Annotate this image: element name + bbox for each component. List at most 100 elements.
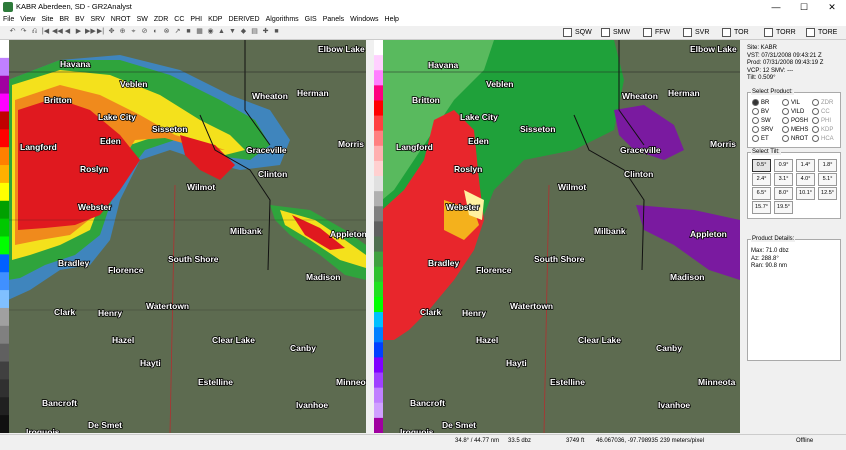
toolbar-tool-icon[interactable]: ✥ — [107, 27, 116, 37]
menu-cc[interactable]: CC — [171, 14, 187, 26]
product-radio-vil[interactable]: VIL — [782, 99, 800, 106]
tilt-button[interactable]: 15.7° — [752, 201, 771, 214]
toolbar-tool-icon[interactable]: ▦ — [195, 27, 204, 37]
checkbox-icon[interactable] — [683, 28, 692, 37]
radio-icon[interactable] — [782, 135, 789, 142]
toolbar-tool-icon[interactable]: ▶| — [96, 27, 105, 37]
radio-icon[interactable] — [812, 135, 819, 142]
tilt-button[interactable]: 6.5° — [752, 187, 771, 200]
tilt-button[interactable]: 10.1° — [796, 187, 815, 200]
menu-gis[interactable]: GIS — [302, 14, 320, 26]
tilt-button[interactable]: 1.4° — [796, 159, 815, 172]
menu-derived[interactable]: DERIVED — [225, 14, 262, 26]
menu-site[interactable]: Site — [38, 14, 56, 26]
toolbar-tool-icon[interactable]: ↶ — [8, 27, 17, 37]
toolbar-tool-icon[interactable]: ⎌ — [30, 27, 39, 37]
product-radio-phi[interactable]: PHI — [812, 117, 831, 124]
product-radio-cc[interactable]: CC — [812, 108, 830, 115]
toolbar-tool-icon[interactable]: ▼ — [228, 27, 237, 37]
toolbar-tool-icon[interactable]: ✚ — [261, 27, 270, 37]
toolbar-tool-icon[interactable]: ◀◀ — [52, 27, 63, 37]
toolbar-tool-icon[interactable]: ▶▶ — [85, 27, 96, 37]
radio-icon[interactable] — [782, 99, 789, 106]
velocity-panel[interactable]: Elbow Lake Havana Veblen Wheaton Herman Britt… — [374, 40, 740, 433]
product-radio-vild[interactable]: VILD — [782, 108, 804, 115]
radio-icon[interactable] — [782, 117, 789, 124]
menu-sw[interactable]: SW — [134, 14, 151, 26]
checkbox-icon[interactable] — [806, 28, 815, 37]
radio-icon[interactable] — [752, 126, 759, 133]
product-radio-sw[interactable]: SW — [752, 117, 771, 124]
radio-icon[interactable] — [782, 126, 789, 133]
checkbox-icon[interactable] — [643, 28, 652, 37]
radio-icon[interactable] — [812, 126, 819, 133]
radio-icon[interactable] — [812, 99, 819, 106]
menu-panels[interactable]: Panels — [320, 14, 347, 26]
menu-file[interactable]: File — [0, 14, 17, 26]
radio-icon[interactable] — [812, 117, 819, 124]
close-button[interactable]: ✕ — [818, 0, 846, 14]
warning-toggle-torr[interactable]: TORR — [764, 28, 796, 37]
tilt-button[interactable]: 0.5° — [752, 159, 771, 172]
velocity-map[interactable]: Elbow Lake Havana Veblen Wheaton Herman Britt… — [374, 40, 740, 433]
warning-toggle-tore[interactable]: TORE — [806, 28, 837, 37]
product-radio-srv[interactable]: SRV — [752, 126, 773, 133]
product-radio-hca[interactable]: HCA — [812, 135, 834, 142]
product-radio-et[interactable]: ET — [752, 135, 769, 142]
product-radio-br[interactable]: BR — [752, 99, 769, 106]
toolbar-tool-icon[interactable]: ⊘ — [140, 27, 149, 37]
maximize-button[interactable]: ☐ — [790, 0, 818, 14]
toolbar-tool-icon[interactable]: ◆ — [239, 27, 248, 37]
radio-icon[interactable] — [782, 108, 789, 115]
reflectivity-panel[interactable]: Elbow Lake Havana Veblen Wheaton Herman Britt… — [0, 40, 366, 433]
tilt-button[interactable]: 1.8° — [818, 159, 837, 172]
minimize-button[interactable]: — — [762, 0, 790, 14]
toolbar-tool-icon[interactable]: ▶ — [74, 27, 83, 37]
toolbar-tool-icon[interactable]: ◀ — [63, 27, 72, 37]
tilt-button[interactable]: 5.1° — [818, 173, 837, 186]
toolbar-tool-icon[interactable]: ◐ — [151, 27, 160, 37]
product-radio-zdr[interactable]: ZDR — [812, 99, 833, 106]
toolbar-tool-icon[interactable]: ⊗ — [162, 27, 171, 37]
radio-icon[interactable] — [752, 117, 759, 124]
tilt-button[interactable]: 3.1° — [774, 173, 793, 186]
menu-br[interactable]: BR — [56, 14, 72, 26]
product-radio-posh[interactable]: POSH — [782, 117, 808, 124]
toolbar-tool-icon[interactable]: ↷ — [19, 27, 28, 37]
menu-phi[interactable]: PHI — [187, 14, 205, 26]
toolbar-tool-icon[interactable]: |◀ — [41, 27, 50, 37]
menu-help[interactable]: Help — [382, 14, 402, 26]
toolbar-tool-icon[interactable]: ↗ — [173, 27, 182, 37]
warning-toggle-ffw[interactable]: FFW — [643, 28, 670, 37]
product-radio-nrot[interactable]: NROT — [782, 135, 808, 142]
product-radio-mehs[interactable]: MEHS — [782, 126, 808, 133]
checkbox-icon[interactable] — [764, 28, 773, 37]
toolbar-tool-icon[interactable]: ⊕ — [118, 27, 127, 37]
tilt-button[interactable]: 4.0° — [796, 173, 815, 186]
menu-windows[interactable]: Windows — [347, 14, 381, 26]
radio-icon[interactable] — [752, 108, 759, 115]
tilt-button[interactable]: 12.5° — [818, 187, 837, 200]
menu-view[interactable]: View — [17, 14, 38, 26]
checkbox-icon[interactable] — [722, 28, 731, 37]
tilt-button[interactable]: 0.9° — [774, 159, 793, 172]
warning-toggle-smw[interactable]: SMW — [601, 28, 630, 37]
toolbar-tool-icon[interactable]: ▤ — [250, 27, 259, 37]
reflectivity-map[interactable]: Elbow Lake Havana Veblen Wheaton Herman Britt… — [0, 40, 366, 433]
product-radio-bv[interactable]: BV — [752, 108, 769, 115]
tilt-button[interactable]: 8.0° — [774, 187, 793, 200]
toolbar-tool-icon[interactable]: ◉ — [206, 27, 215, 37]
tilt-button[interactable]: 2.4° — [752, 173, 771, 186]
menu-algorithms[interactable]: Algorithms — [263, 14, 302, 26]
menu-kdp[interactable]: KDP — [205, 14, 225, 26]
product-radio-kdp[interactable]: KDP — [812, 126, 833, 133]
toolbar-tool-icon[interactable]: ■ — [272, 27, 281, 37]
menu-nrot[interactable]: NROT — [108, 14, 134, 26]
checkbox-icon[interactable] — [601, 28, 610, 37]
warning-toggle-tor[interactable]: TOR — [722, 28, 749, 37]
toolbar-tool-icon[interactable]: ■ — [184, 27, 193, 37]
toolbar-tool-icon[interactable]: ⌖ — [129, 27, 138, 37]
tilt-button[interactable]: 19.5° — [774, 201, 793, 214]
menu-srv[interactable]: SRV — [87, 14, 107, 26]
warning-toggle-svr[interactable]: SVR — [683, 28, 709, 37]
